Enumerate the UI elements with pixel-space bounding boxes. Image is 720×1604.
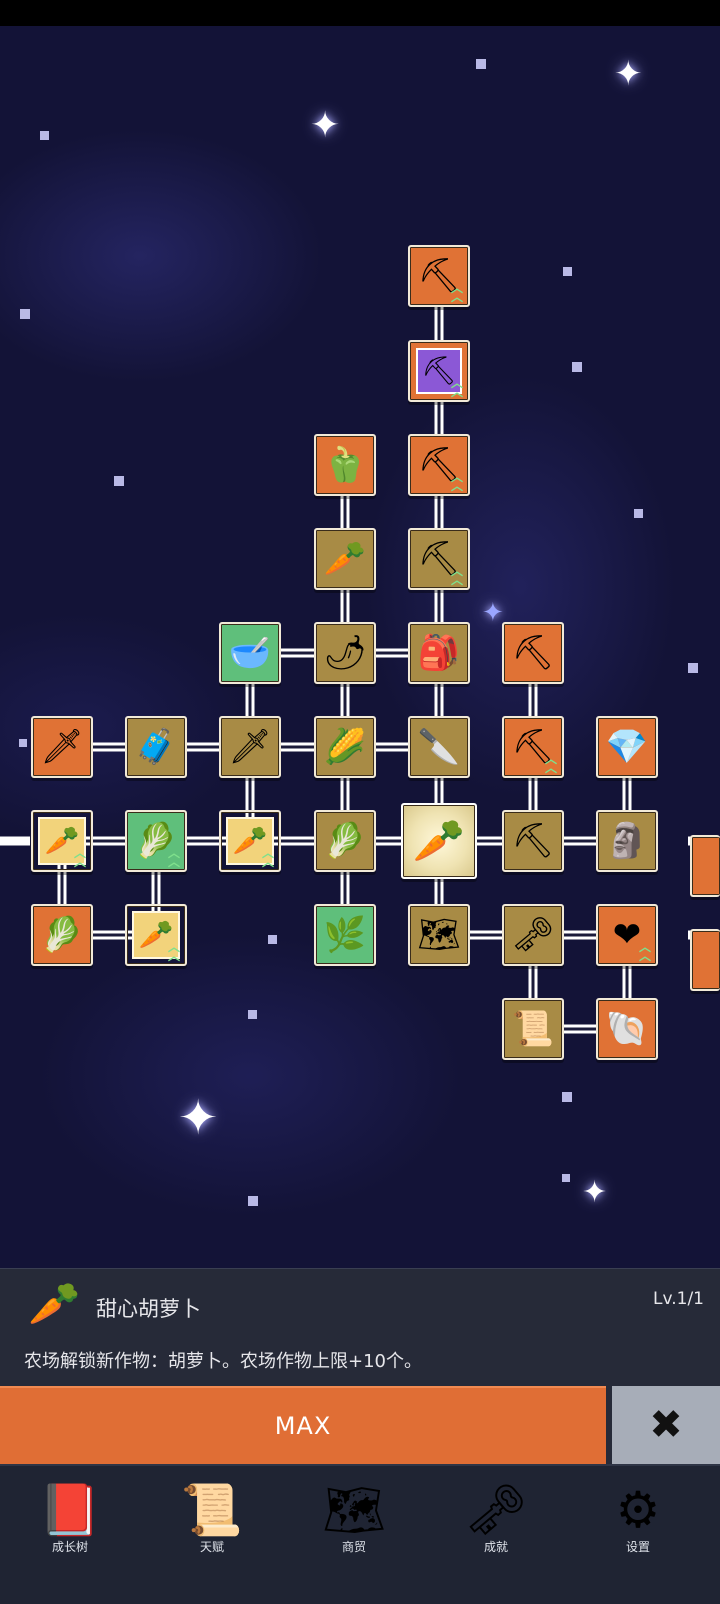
upgrade-chevron-icon: ︿ ︿	[450, 281, 463, 304]
skill-node-statue[interactable]: 🗿	[596, 810, 658, 872]
map-icon: 🗺	[322, 1481, 386, 1539]
skill-node-radish[interactable]: 🥕	[314, 528, 376, 590]
key-icon: 🗝	[511, 915, 555, 955]
skill-tree-canvas[interactable]: ✦ ✦ ✦ ✦ ✦ ⛏ ︿ ︿ ⛏ ︿ ︿ 🫑 ⛏ ︿ ︿ 🥕 ⛏ ︿ ︿ 🥣 🌶 🎒 ⛏ 🗡 🧳 🗡 🌽 🔪 ⛏ ︿ ︿ 💎 🥕 ︿ ︿…	[0, 26, 720, 1270]
close-button[interactable]: ✖	[612, 1386, 720, 1464]
skill-node-scroll[interactable]: 📜	[502, 998, 564, 1060]
skill-node-knife[interactable]: 🔪	[408, 716, 470, 778]
nav-item-talent[interactable]: 📜 天赋	[162, 1480, 262, 1555]
upgrade-chevron-icon: ︿ ︿	[73, 846, 86, 869]
skill-node-pickaxe-2[interactable]: ⛏ ︿ ︿	[502, 716, 564, 778]
upgrade-chevron-icon: ︿ ︿	[167, 940, 180, 963]
chili-icon: 🌶	[323, 633, 367, 673]
scroll-icon: 📜	[180, 1481, 244, 1539]
skill-node-sword-2[interactable]: 🗡	[219, 716, 281, 778]
skill-node-carrot-1[interactable]: 🥕 ︿ ︿	[31, 810, 93, 872]
nav-label: 天赋	[199, 1540, 224, 1554]
bag-icon: 🎒	[417, 633, 461, 673]
nav-item-growth-tree[interactable]: 📕 成长树	[20, 1480, 120, 1555]
knife-icon: 🔪	[417, 727, 461, 767]
close-x-icon: ✖	[649, 1402, 683, 1448]
upgrade-chevron-icon: ︿ ︿	[261, 846, 274, 869]
skill-node-crystal[interactable]: 💎	[596, 716, 658, 778]
root-icon: 🌿	[323, 915, 367, 955]
skill-node-corn[interactable]: 🌽	[314, 716, 376, 778]
bowl-icon: 🥣	[228, 633, 272, 673]
cabbage-icon: 🥬	[40, 915, 84, 955]
skill-node-shovel-2[interactable]: ⛏ ︿ ︿	[408, 434, 470, 496]
skill-node-map[interactable]: 🗺	[408, 904, 470, 966]
upgrade-chevron-icon: ︿ ︿	[450, 470, 463, 493]
crystal-icon: 💎	[605, 727, 649, 767]
sword-icon: 🗡	[228, 727, 272, 767]
skill-node-offscreen[interactable]	[690, 929, 720, 991]
pickaxe-icon: ⛏	[511, 633, 555, 673]
upgrade-chevron-icon: ︿ ︿	[450, 376, 463, 399]
nav-label: 商贸	[341, 1540, 366, 1554]
skill-node-shovel-1[interactable]: ⛏ ︿ ︿	[408, 245, 470, 307]
skill-node-pepper[interactable]: 🫑	[314, 434, 376, 496]
skill-node-root[interactable]: 🌿	[314, 904, 376, 966]
sword-icon: 🗡	[40, 727, 84, 767]
skill-node-bowl[interactable]: 🥣	[219, 622, 281, 684]
skill-node-heart[interactable]: ❤ ︿ ︿	[596, 904, 658, 966]
book-icon: 📕	[38, 1481, 102, 1539]
nav-label: 成长树	[51, 1540, 88, 1554]
cabbage-icon: 🥬	[323, 821, 367, 861]
skill-node-cabbage-3[interactable]: 🥬	[31, 904, 93, 966]
scroll-icon: 📜	[511, 1009, 555, 1049]
bell-pepper-icon: 🫑	[323, 445, 367, 485]
upgrade-chevron-icon: ︿ ︿	[638, 940, 651, 963]
skill-node-carrot-center[interactable]: 🥕	[401, 803, 477, 879]
item-description: 农场解锁新作物：胡萝卜。农场作物上限+10个。	[24, 1351, 422, 1372]
skill-node-carrot-3[interactable]: 🥕 ︿ ︿	[125, 904, 187, 966]
nav-item-trade[interactable]: 🗺 商贸	[304, 1480, 404, 1555]
skill-node-pickaxe-1[interactable]: ⛏	[502, 622, 564, 684]
carrot-icon: 🥕	[412, 816, 466, 865]
skill-node-shovel-purple[interactable]: ⛏ ︿ ︿	[408, 340, 470, 402]
fossil-icon: 🐚	[605, 1009, 649, 1049]
key-icon: 🗝	[464, 1481, 528, 1539]
map-icon: 🗺	[417, 915, 461, 955]
heart-icon: ❤	[612, 915, 642, 955]
skill-node-sword-1[interactable]: 🗡	[31, 716, 93, 778]
skill-node-chest[interactable]: 🧳	[125, 716, 187, 778]
skill-node-carrot-2[interactable]: 🥕 ︿ ︿	[219, 810, 281, 872]
corn-icon: 🌽	[323, 727, 367, 767]
bottom-nav: 📕 成长树 📜 天赋 🗺 商贸 🗝 成就 ⚙ 设置	[0, 1464, 720, 1604]
skill-node-chili[interactable]: 🌶	[314, 622, 376, 684]
radish-icon: 🥕	[323, 539, 367, 579]
carrot-icon: 🥕	[28, 1279, 81, 1328]
skill-node-bag[interactable]: 🎒	[408, 622, 470, 684]
upgrade-chevron-icon: ︿ ︿	[167, 846, 180, 869]
skill-node-fossil[interactable]: 🐚	[596, 998, 658, 1060]
info-panel: 🥕 甜心胡萝卜 Lv.1/1 农场解锁新作物：胡萝卜。农场作物上限+10个。	[0, 1268, 720, 1387]
skill-node-key[interactable]: 🗝	[502, 904, 564, 966]
nav-item-achievements[interactable]: 🗝 成就	[446, 1480, 546, 1555]
statue-icon: 🗿	[605, 821, 649, 861]
item-name: 甜心胡萝卜	[96, 1297, 201, 1321]
max-button[interactable]: MAX	[0, 1386, 606, 1464]
nav-item-settings[interactable]: ⚙ 设置	[588, 1480, 688, 1555]
action-bar: MAX ✖	[0, 1386, 720, 1464]
item-level: Lv.1/1	[653, 1289, 704, 1309]
skill-node-offscreen[interactable]	[690, 835, 720, 897]
upgrade-chevron-icon: ︿ ︿	[544, 752, 557, 775]
skill-node-cabbage-2[interactable]: 🥬	[314, 810, 376, 872]
skill-node-shovel-3[interactable]: ⛏ ︿ ︿	[408, 528, 470, 590]
gear-icon: ⚙	[615, 1481, 661, 1539]
pickaxe-icon: ⛏	[511, 821, 555, 861]
nav-label: 设置	[625, 1540, 650, 1554]
nav-label: 成就	[483, 1540, 508, 1554]
upgrade-chevron-icon: ︿ ︿	[450, 564, 463, 587]
skill-node-pickaxe-3[interactable]: ⛏	[502, 810, 564, 872]
skill-node-cabbage-1[interactable]: 🥬 ︿ ︿	[125, 810, 187, 872]
chest-icon: 🧳	[134, 727, 178, 767]
